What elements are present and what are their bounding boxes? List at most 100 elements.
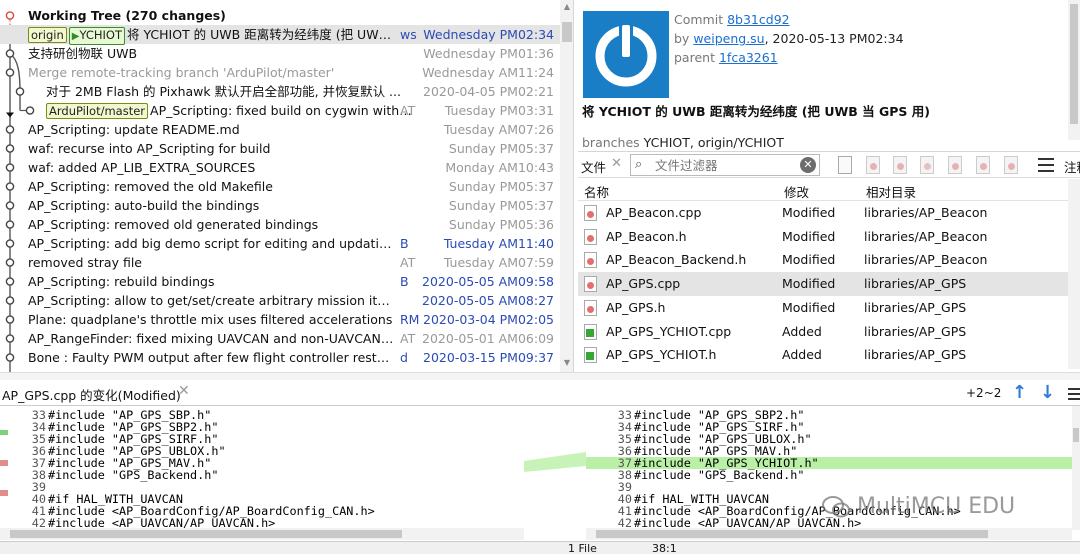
commit-date: 2020-05-05 AM09:58: [422, 274, 554, 289]
files-table-header: 名称 修改 相对目录: [578, 179, 1080, 201]
diff-vertical-scrollbar[interactable]: [1072, 406, 1080, 530]
commit-message-text: waf: added AP_LIB_EXTRA_SOURCES: [28, 160, 256, 175]
commit-row[interactable]: origin ▶YCHIOT 将 YCHIOT 的 UWB 距离转为经纬度 (把 U…: [0, 25, 560, 45]
show-modified-icon[interactable]: [866, 156, 880, 174]
added-file-icon: [584, 323, 597, 340]
pane-splitter[interactable]: [0, 372, 1080, 380]
remote-branch-label[interactable]: origin: [28, 27, 67, 43]
file-row[interactable]: AP_Beacon.h Modified libraries/AP_Beacon: [578, 225, 1080, 249]
right-horizontal-scrollbar[interactable]: [586, 528, 1072, 540]
remote-branch-label[interactable]: ArduPilot/master: [46, 103, 149, 119]
commit-message: AP_Scripting: update README.md: [28, 120, 396, 139]
details-scrollbar[interactable]: [1068, 0, 1080, 140]
file-row[interactable]: AP_GPS_YCHIOT.h Added libraries/AP_GPS: [578, 343, 1080, 367]
scrollbar-thumb[interactable]: [10, 530, 402, 538]
files-menu-icon[interactable]: [1038, 158, 1054, 172]
file-filter-input[interactable]: [655, 157, 795, 173]
commit-row[interactable]: AP_Scripting: allow to get/set/create ar…: [0, 291, 560, 310]
column-name-header[interactable]: 名称: [584, 182, 609, 201]
file-status: Modified: [782, 299, 836, 315]
commit-row[interactable]: ArduPilot/master AP_Scripting: fixed buil…: [0, 101, 560, 120]
author-link[interactable]: weipeng.su: [693, 31, 764, 46]
commit-row[interactable]: Plane: quadplane's throttle mix uses fil…: [0, 310, 560, 329]
left-horizontal-scrollbar[interactable]: [0, 528, 524, 540]
scroll-up-arrow-icon[interactable]: ▲: [562, 2, 572, 12]
show-deleted-icon[interactable]: [976, 156, 990, 174]
file-directory: libraries/AP_Beacon: [864, 205, 988, 220]
commit-message: origin ▶YCHIOT 将 YCHIOT 的 UWB 距离转为经纬度 (把 U…: [28, 25, 396, 45]
branches-label: branches: [582, 135, 640, 150]
file-row[interactable]: AP_Beacon_Backend.h Modified libraries/AP_…: [578, 248, 1080, 272]
commit-row[interactable]: 对于 2MB Flash 的 Pixhawk 默认开启全部功能, 并恢复默认 .…: [0, 82, 560, 101]
commit-row[interactable]: Bone : Faulty PWM output after few fligh…: [0, 348, 560, 367]
commit-row[interactable]: AP_Scripting: auto-build the bindings Sun…: [0, 196, 560, 215]
branch-label-text: ArduPilot/master: [49, 104, 146, 118]
commit-row[interactable]: AP_RangeFinder: fixed mixing UAVCAN and …: [0, 329, 560, 348]
commit-row[interactable]: AP_Scripting: add big demo script for ed…: [0, 234, 560, 253]
scroll-down-arrow-icon[interactable]: ▼: [562, 358, 572, 368]
scrollbar-thumb[interactable]: [1073, 428, 1079, 442]
commit-date: Tuesday AM07:59: [443, 255, 554, 270]
file-row[interactable]: AP_GPS.cpp Modified libraries/AP_GPS: [578, 272, 1080, 296]
file-row[interactable]: AP_Beacon.cpp Modified libraries/AP_Beacon: [578, 201, 1080, 225]
commit-row[interactable]: AP_Scripting: update README.md Tuesday AM…: [0, 120, 560, 139]
code-text: #include "GPS_Backend.h": [48, 468, 219, 482]
commit-date: , 2020-05-13 PM02:34: [764, 31, 904, 46]
branch-label-text: YCHIOT: [79, 28, 122, 42]
show-renamed-icon[interactable]: [948, 156, 962, 174]
commit-row[interactable]: Working Tree (270 changes): [0, 6, 560, 25]
status-cursor-position: 38:1: [652, 542, 677, 554]
commit-hash-link[interactable]: 8b31cd92: [727, 12, 790, 27]
commit-date: Tuesday AM11:40: [443, 236, 554, 251]
commit-message-text: waf: recurse into AP_Scripting for build: [28, 141, 271, 156]
previous-change-arrow-icon[interactable]: ↑: [1012, 382, 1027, 403]
files-scrollbar[interactable]: [1068, 179, 1080, 369]
files-tab[interactable]: 文件: [581, 157, 606, 176]
commit-message-text: Working Tree (270 changes): [28, 8, 226, 23]
show-added-icon[interactable]: [893, 156, 907, 174]
commit-row[interactable]: waf: added AP_LIB_EXTRA_SOURCES Monday AM…: [0, 158, 560, 177]
next-change-arrow-icon[interactable]: ↓: [1040, 382, 1055, 403]
parent-hash-link[interactable]: 1fca3261: [719, 50, 778, 65]
commit-message-text: AP_Scripting: auto-build the bindings: [28, 198, 260, 213]
close-diff-icon[interactable]: ✕: [178, 383, 190, 399]
watermark: MultiMCU EDU: [822, 494, 1062, 526]
commit-subject: 将 YCHIOT 的 UWB 距离转为经纬度 (把 UWB 当 GPS 用): [582, 104, 930, 119]
scrollbar-thumb[interactable]: [562, 22, 572, 42]
changed-files-pane: 文件 ✕ ⌕ ✕ 注释 名称 修改 相对目录 AP_Beacon.cpp Modi…: [578, 152, 1080, 370]
commit-row[interactable]: AP_Scripting: removed old generated bind…: [0, 215, 560, 234]
scrollbar-thumb[interactable]: [596, 530, 988, 538]
clear-filter-icon[interactable]: ✕: [800, 157, 816, 173]
commit-row[interactable]: AP_Scripting: removed the old Makefile Su…: [0, 177, 560, 196]
show-all-files-icon[interactable]: [838, 156, 852, 174]
commit-row[interactable]: Merge remote-tracking branch 'ArduPilot/…: [0, 63, 560, 82]
column-status-header[interactable]: 修改: [784, 182, 809, 201]
scrollbar-thumb[interactable]: [1070, 4, 1078, 124]
file-filter-field[interactable]: ⌕ ✕: [630, 154, 820, 176]
commit-row[interactable]: 支持研创物联 UWB Wednesday PM01:36: [0, 44, 560, 63]
diff-menu-icon[interactable]: [1068, 388, 1080, 403]
commit-date: 2020-04-05 PM02:21: [423, 84, 554, 99]
show-removed-icon[interactable]: [920, 156, 934, 174]
commit-message-text: 将 YCHIOT 的 UWB 距离转为经纬度 (把 UWB ...: [127, 27, 396, 42]
commit-row[interactable]: AP_Scripting: rebuild bindings B 2020-05-0…: [0, 272, 560, 291]
file-status: Added: [782, 323, 822, 339]
commit-row[interactable]: waf: recurse into AP_Scripting for build…: [0, 139, 560, 158]
commit-row[interactable]: removed stray file AT Tuesday AM07:59: [0, 253, 560, 272]
file-directory: libraries/AP_Beacon: [864, 252, 988, 268]
author-avatar: [583, 11, 669, 98]
notes-tab[interactable]: 注释: [1064, 157, 1080, 176]
commit-message: AP_Scripting: add big demo script for ed…: [28, 234, 396, 253]
file-row[interactable]: AP_GPS_YCHIOT.cpp Added libraries/AP_GPS: [578, 320, 1080, 344]
commit-message-text: AP_RangeFinder: fixed mixing UAVCAN and …: [28, 331, 396, 346]
close-tab-icon[interactable]: ✕: [611, 156, 622, 171]
commit-date: Sunday PM05:36: [448, 217, 554, 232]
column-dir-header[interactable]: 相对目录: [866, 182, 916, 201]
commit-message: removed stray file: [28, 253, 396, 272]
branch-label[interactable]: ▶YCHIOT: [68, 27, 125, 45]
file-row[interactable]: AP_GPS.h Modified libraries/AP_GPS: [578, 296, 1080, 320]
show-unversioned-icon[interactable]: [1004, 156, 1018, 174]
commit-list-scrollbar[interactable]: ▲ ▼: [560, 0, 573, 372]
commit-date: Sunday PM05:37: [448, 198, 554, 213]
diff-left-pane[interactable]: 33 #include "AP_GPS_SBP.h" 34 #include "AP_…: [0, 406, 524, 530]
